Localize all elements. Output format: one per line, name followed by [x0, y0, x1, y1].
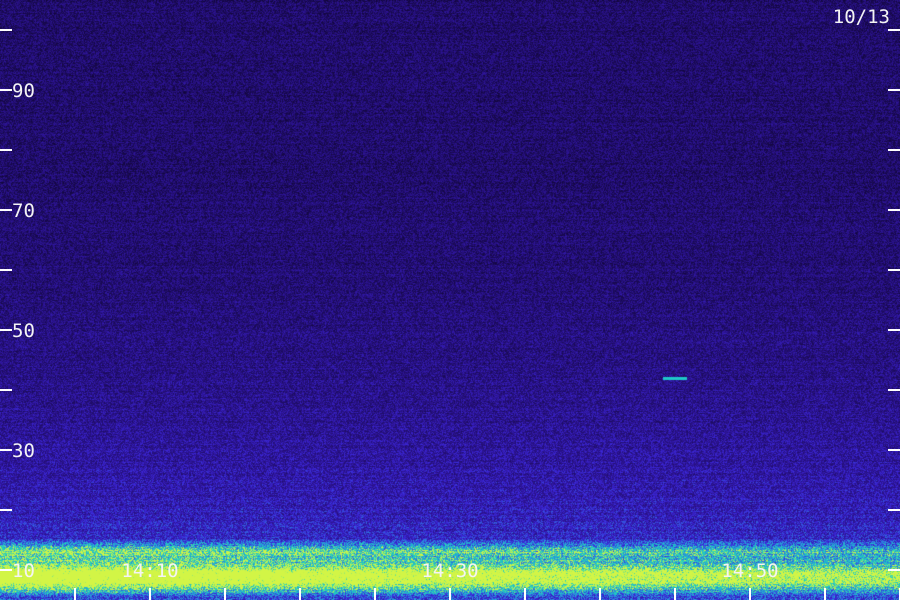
y-tick-label: 10 — [12, 560, 35, 582]
spectrogram-panel: 10 30 50 70 90 14:10 14:30 14:50 10/13 — [0, 0, 900, 600]
date-label: 10/13 — [833, 6, 890, 28]
y-tick-label: 50 — [12, 320, 35, 342]
x-tick-label: 14:30 — [421, 560, 478, 582]
x-tick-label: 14:50 — [721, 560, 778, 582]
axis-overlay: 10 30 50 70 90 14:10 14:30 14:50 10/13 — [0, 6, 900, 600]
y-tick-label: 30 — [12, 440, 35, 462]
y-axis: 10 30 50 70 90 — [0, 29, 900, 582]
x-tick-label: 14:10 — [121, 560, 178, 582]
y-tick-label: 70 — [12, 200, 35, 222]
x-axis: 14:10 14:30 14:50 — [74, 560, 900, 600]
y-tick-label: 90 — [12, 80, 35, 102]
